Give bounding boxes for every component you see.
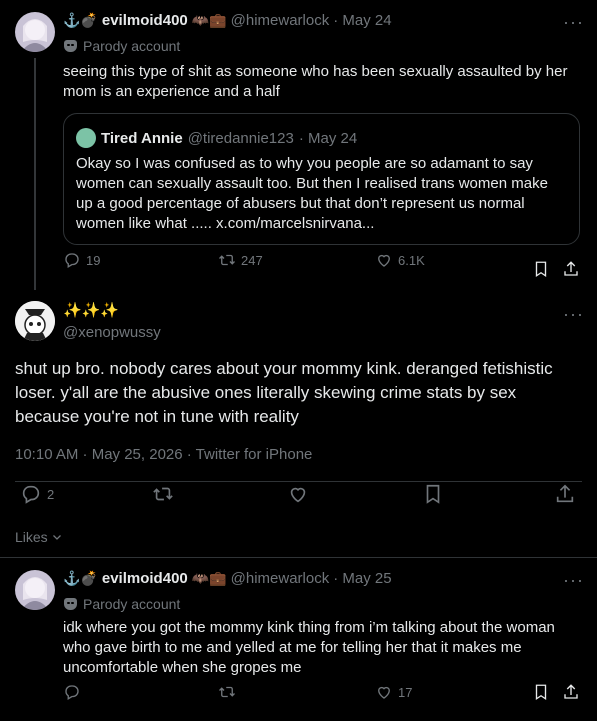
parody-label: Parody account xyxy=(83,38,181,54)
share-icon[interactable] xyxy=(562,260,580,278)
retweet-icon[interactable] xyxy=(218,683,236,701)
parody-mask-icon xyxy=(64,598,77,610)
like-icon[interactable] xyxy=(287,483,309,505)
like-icon xyxy=(378,686,390,699)
author-emojis: ⚓💣 xyxy=(63,12,98,28)
tweet-text: shut up bro. nobody cares about your mom… xyxy=(15,359,553,426)
parody-label: Parody account xyxy=(83,596,181,612)
reply-icon xyxy=(65,253,79,268)
author-name[interactable]: evilmoid400 xyxy=(102,570,188,587)
retweet-icon[interactable] xyxy=(152,483,174,505)
share-icon[interactable] xyxy=(554,483,576,505)
bookmark-icon[interactable] xyxy=(532,260,550,278)
reply-icon[interactable] xyxy=(63,683,81,701)
likes-label: Likes xyxy=(15,529,48,545)
author-badges: 🦇💼 xyxy=(191,570,227,586)
thread-line xyxy=(34,58,36,290)
quote-author-name[interactable]: Tired Annie xyxy=(101,130,183,147)
parody-mask-icon xyxy=(64,40,77,52)
tweet-date[interactable]: · May 24 xyxy=(333,12,391,29)
chevron-down-icon xyxy=(52,535,61,540)
tweet-text: idk where you got the mommy kink thing f… xyxy=(63,619,555,676)
likes-link[interactable]: Likes xyxy=(15,529,63,545)
author-name[interactable]: evilmoid400 xyxy=(102,12,188,29)
author-handle[interactable]: @himewarlock xyxy=(231,12,330,29)
author-badges: 🦇💼 xyxy=(191,12,227,28)
bookmark-icon[interactable] xyxy=(422,483,444,505)
retweet-button[interactable]: 247 xyxy=(218,251,263,269)
quote-date[interactable]: · May 24 xyxy=(299,130,357,147)
more-icon[interactable]: ··· xyxy=(563,13,584,31)
tweet-timestamp[interactable]: 10:10 AM · May 25, 2026 · Twitter for iP… xyxy=(15,446,312,463)
like-count: 17 xyxy=(398,684,413,700)
quoted-tweet[interactable]: Tired Annie @tiredannie123 · May 24 Okay… xyxy=(63,113,580,245)
tweet-text: seeing this type of shit as someone who … xyxy=(63,63,568,100)
like-button[interactable]: 17 xyxy=(375,683,412,701)
divider xyxy=(0,557,597,558)
retweet-count: 247 xyxy=(241,252,263,268)
quote-author-handle[interactable]: @tiredannie123 xyxy=(188,130,294,147)
quote-avatar[interactable] xyxy=(76,128,96,148)
reply-button[interactable]: 2 xyxy=(20,483,54,505)
retweet-icon xyxy=(219,254,235,266)
author-name[interactable]: ✨✨✨ xyxy=(63,301,119,319)
author-handle[interactable]: @xenopwussy xyxy=(63,324,161,341)
author-emojis: ⚓💣 xyxy=(63,570,98,586)
bookmark-icon[interactable] xyxy=(532,683,550,701)
reply-count: 19 xyxy=(86,252,101,268)
avatar[interactable] xyxy=(15,301,55,341)
quote-text: Okay so I was confused as to why you peo… xyxy=(76,155,548,232)
author-handle[interactable]: @himewarlock xyxy=(231,570,330,587)
share-icon[interactable] xyxy=(562,683,580,701)
like-button[interactable]: 6.1K xyxy=(375,251,425,269)
reply-icon xyxy=(22,485,40,504)
like-icon xyxy=(378,254,390,267)
divider xyxy=(15,481,582,482)
tweet-date[interactable]: · May 25 xyxy=(333,570,391,587)
avatar[interactable] xyxy=(15,12,55,52)
reply-count: 2 xyxy=(47,486,55,502)
more-icon[interactable]: ··· xyxy=(563,571,584,589)
reply-button[interactable]: 19 xyxy=(63,251,100,269)
more-icon[interactable]: ··· xyxy=(563,305,584,323)
avatar[interactable] xyxy=(15,570,55,610)
like-count: 6.1K xyxy=(398,252,425,268)
